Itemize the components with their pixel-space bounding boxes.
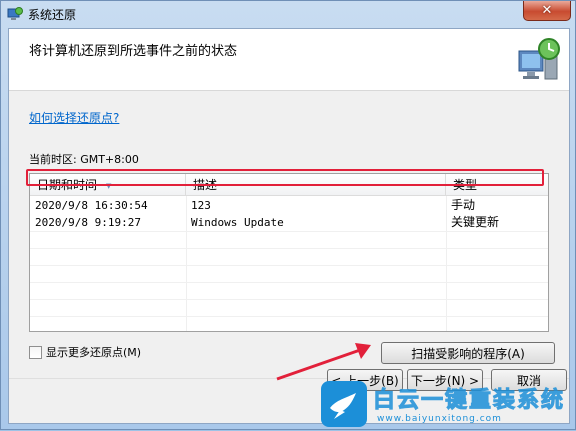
table-row[interactable]: 2020/9/8 9:19:27 Windows Update 关键更新 <box>30 214 548 231</box>
table-header: 日期和时间 ▼ 描述 类型 <box>30 174 548 196</box>
row-gridline <box>30 231 548 232</box>
show-more-label: 显示更多还原点(M) <box>46 346 142 359</box>
current-timezone: 当前时区: GMT+8:00 <box>29 153 139 166</box>
system-restore-icon <box>7 7 23 20</box>
how-to-choose-restore-point-link[interactable]: 如何选择还原点? <box>29 109 119 126</box>
show-more-restore-points-option[interactable]: 显示更多还原点(M) <box>29 344 141 360</box>
row-gridline <box>30 316 548 317</box>
watermark: 白云一键重装系统 www.baiyunxitong.com <box>321 381 576 431</box>
system-restore-window: 系统还原 ✕ 将计算机还原到所选事件之前的状态 如何选择还原点? 当前时区: G… <box>0 0 576 430</box>
annotation-arrow-icon <box>276 343 371 381</box>
header-panel: 将计算机还原到所选事件之前的状态 <box>9 29 569 91</box>
row-description: Windows Update <box>191 216 284 229</box>
row-description: 123 <box>191 199 211 212</box>
row-type: 关键更新 <box>451 215 500 229</box>
column-header-type[interactable]: 类型 <box>446 174 548 196</box>
row-date: 2020/9/8 16:30:54 <box>35 199 148 212</box>
sort-arrow-icon: ▼ <box>106 182 112 190</box>
window-title: 系统还原 <box>28 8 77 22</box>
row-gridline <box>30 248 548 249</box>
row-gridline <box>30 299 548 300</box>
page-heading: 将计算机还原到所选事件之前的状态 <box>29 44 238 59</box>
column-header-date[interactable]: 日期和时间 ▼ <box>30 174 186 196</box>
show-more-checkbox[interactable] <box>29 345 42 359</box>
row-type: 手动 <box>451 198 476 212</box>
row-date: 2020/9/8 9:19:27 <box>35 216 141 229</box>
title-bar[interactable]: 系统还原 ✕ <box>1 1 576 27</box>
table-row[interactable]: 2020/9/8 16:30:54 123 手动 <box>30 197 548 214</box>
watermark-url: www.baiyunxitong.com <box>377 414 502 424</box>
column-header-description[interactable]: 描述 <box>186 174 446 196</box>
watermark-text: 白云一键重装系统 <box>372 388 566 414</box>
restore-points-table[interactable]: 日期和时间 ▼ 描述 类型 2020/9/8 16:30:54 123 手动 2… <box>29 173 549 332</box>
watermark-bird-logo-icon <box>321 381 367 427</box>
close-button[interactable]: ✕ <box>523 1 571 21</box>
row-gridline <box>30 282 548 283</box>
system-restore-graphic-icon <box>518 38 560 80</box>
scan-affected-programs-button[interactable]: 扫描受影响的程序(A) <box>381 342 555 364</box>
row-gridline <box>30 265 548 266</box>
